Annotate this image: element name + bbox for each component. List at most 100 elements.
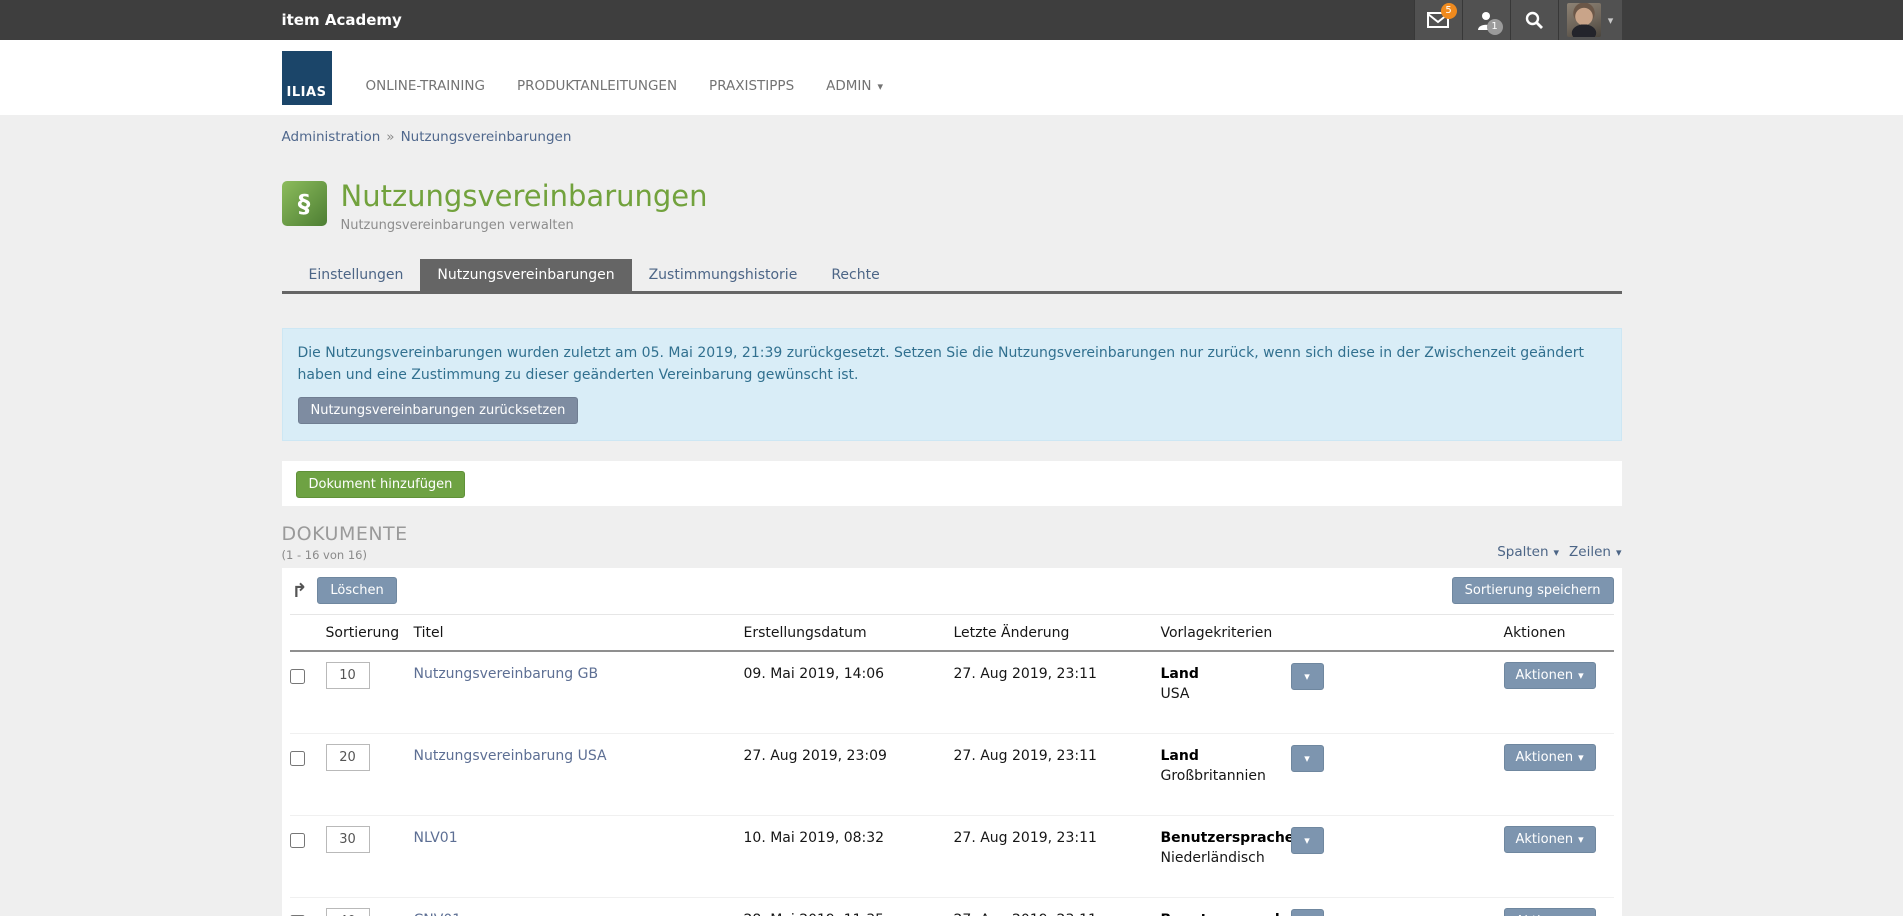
row-checkbox[interactable] [290,833,305,848]
page-subtitle: Nutzungsvereinbarungen verwalten [341,218,708,233]
caret-down-icon: ▾ [1578,751,1584,764]
col-header-titel: Titel [414,625,744,641]
document-title-link[interactable]: Nutzungsvereinbarung USA [414,748,744,764]
col-header-aktionen: Aktionen [1504,625,1614,641]
info-message-text: Die Nutzungsvereinbarungen wurden zuletz… [298,343,1588,386]
columns-menu[interactable]: Spalten ▾ [1497,544,1559,560]
search-button[interactable] [1510,0,1558,40]
modified-date: 27. Aug 2019, 23:11 [954,912,1161,916]
tab-rechte[interactable]: Rechte [814,259,896,291]
row-actions-button[interactable]: Aktionen ▾ [1504,662,1596,689]
main-navigation: ONLINE-TRAINING PRODUKTANLEITUNGEN PRAXI… [366,78,884,115]
caret-down-icon: ▾ [1608,15,1614,26]
col-header-sortierung: Sortierung [326,625,414,641]
tab-einstellungen[interactable]: Einstellungen [292,259,421,291]
brand-title: item Academy [282,11,402,29]
documents-table-panel: ↱ Löschen Sortierung speichern Sortierun… [282,568,1622,916]
document-title-link[interactable]: Nutzungsvereinbarung GB [414,666,744,682]
criterion-value: Niederländisch [1161,850,1291,866]
sort-order-input[interactable] [326,662,370,689]
caret-down-icon: ▾ [1554,547,1560,558]
caret-down-icon: ▾ [878,81,884,92]
sort-order-input[interactable] [326,826,370,853]
breadcrumb-separator: » [386,129,394,145]
ilias-logo[interactable]: ILIAS [282,51,332,105]
nav-admin[interactable]: ADMIN ▾ [826,78,883,94]
document-title-link[interactable]: NLV01 [414,830,744,846]
actions-label: Aktionen [1516,668,1574,683]
document-toolbar: Dokument hinzufügen [282,461,1622,506]
criterion-type: Land [1161,666,1199,682]
row-checkbox[interactable] [290,669,305,684]
who-is-online-button[interactable]: 1 [1462,0,1510,40]
row-actions-button[interactable]: Aktionen ▾ [1504,826,1596,853]
page-title: Nutzungsvereinbarungen [341,181,708,213]
criterion-dropdown-button[interactable]: ▾ [1291,663,1324,690]
save-sorting-button[interactable]: Sortierung speichern [1452,577,1614,604]
row-actions-button[interactable]: Aktionen ▾ [1504,744,1596,771]
tab-bar: Einstellungen Nutzungsvereinbarungen Zus… [282,259,1622,294]
user-avatar [1567,3,1601,37]
caret-down-icon: ▾ [1578,669,1584,682]
paragraph-icon: § [282,181,327,226]
nav-produktanleitungen[interactable]: PRODUKTANLEITUNGEN [517,78,677,94]
topbar-actions: 5 1 ▾ [1414,0,1622,40]
nav-praxistipps[interactable]: PRAXISTIPPS [709,78,794,94]
documents-header: DOKUMENTE (1 - 16 von 16) Spalten ▾ Zeil… [282,523,1622,562]
criterion-dropdown-button[interactable]: ▾ [1291,745,1324,772]
sort-order-input[interactable] [326,744,370,771]
table-row: NLV01 10. Mai 2019, 08:32 27. Aug 2019, … [290,816,1614,898]
breadcrumb-administration[interactable]: Administration [282,129,381,145]
documents-count: (1 - 16 von 16) [282,548,408,562]
reset-agreements-button[interactable]: Nutzungsvereinbarungen zurücksetzen [298,397,579,424]
columns-menu-label: Spalten [1497,544,1548,560]
modified-date: 27. Aug 2019, 23:11 [954,830,1161,846]
criterion-type: Benutzersprache [1161,830,1295,846]
caret-down-icon: ▾ [1578,833,1584,846]
criterion-dropdown-button[interactable]: ▾ [1291,827,1324,854]
tab-nutzungsvereinbarungen[interactable]: Nutzungsvereinbarungen [420,259,631,291]
actions-label: Aktionen [1516,750,1574,765]
user-menu-button[interactable]: ▾ [1558,0,1622,40]
mail-badge: 5 [1441,3,1457,19]
col-header-letzte-aenderung: Letzte Änderung [954,625,1161,641]
table-row: Nutzungsvereinbarung GB 09. Mai 2019, 14… [290,652,1614,734]
sort-order-input[interactable] [326,908,370,916]
document-title-link[interactable]: CNV01 [414,912,744,916]
breadcrumb: Administration » Nutzungsvereinbarungen [282,129,1622,145]
top-bar: item Academy 5 1 ▾ [0,0,1903,40]
rows-menu[interactable]: Zeilen ▾ [1569,544,1621,560]
row-actions-button[interactable]: Aktionen▾ [1504,908,1596,916]
caret-down-icon: ▾ [1616,547,1622,558]
breadcrumb-nutzungsvereinbarungen[interactable]: Nutzungsvereinbarungen [401,129,572,145]
table-row: Nutzungsvereinbarung USA 27. Aug 2019, 2… [290,734,1614,816]
col-header-vorlagekriterien: Vorlagekriterien [1161,625,1504,641]
created-date: 09. Mai 2019, 14:06 [744,666,954,682]
modified-date: 27. Aug 2019, 23:11 [954,666,1161,682]
nav-admin-label: ADMIN [826,78,871,94]
tab-zustimmungshistorie[interactable]: Zustimmungshistorie [632,259,815,291]
criterion-value: USA [1161,686,1291,702]
online-badge: 1 [1487,19,1503,35]
table-header-row: Sortierung Titel Erstellungsdatum Letzte… [290,615,1614,652]
col-header-erstellungsdatum: Erstellungsdatum [744,625,954,641]
documents-section-title: DOKUMENTE [282,523,408,545]
modified-date: 27. Aug 2019, 23:11 [954,748,1161,764]
created-date: 27. Aug 2019, 23:09 [744,748,954,764]
page-title-block: § Nutzungsvereinbarungen Nutzungsvereinb… [282,181,1622,233]
criterion-value: Großbritannien [1161,768,1291,784]
caret-down-icon: ▾ [1304,670,1310,683]
table-row: CNV01 28. Mai 2019, 11:35 27. Aug 2019, … [290,898,1614,916]
row-checkbox[interactable] [290,751,305,766]
mail-button[interactable]: 5 [1414,0,1462,40]
criterion-type: Land [1161,748,1199,764]
caret-down-icon: ▾ [1304,752,1310,765]
nav-online-training[interactable]: ONLINE-TRAINING [366,78,485,94]
delete-button[interactable]: Löschen [317,577,396,604]
site-header: ILIAS ONLINE-TRAINING PRODUKTANLEITUNGEN… [0,40,1903,115]
add-document-button[interactable]: Dokument hinzufügen [296,471,466,498]
info-message-box: Die Nutzungsvereinbarungen wurden zuletz… [282,328,1622,441]
actions-label: Aktionen [1516,832,1574,847]
criterion-dropdown-button[interactable]: ▾ [1291,909,1324,916]
apply-selection-arrow-icon: ↱ [292,580,308,602]
